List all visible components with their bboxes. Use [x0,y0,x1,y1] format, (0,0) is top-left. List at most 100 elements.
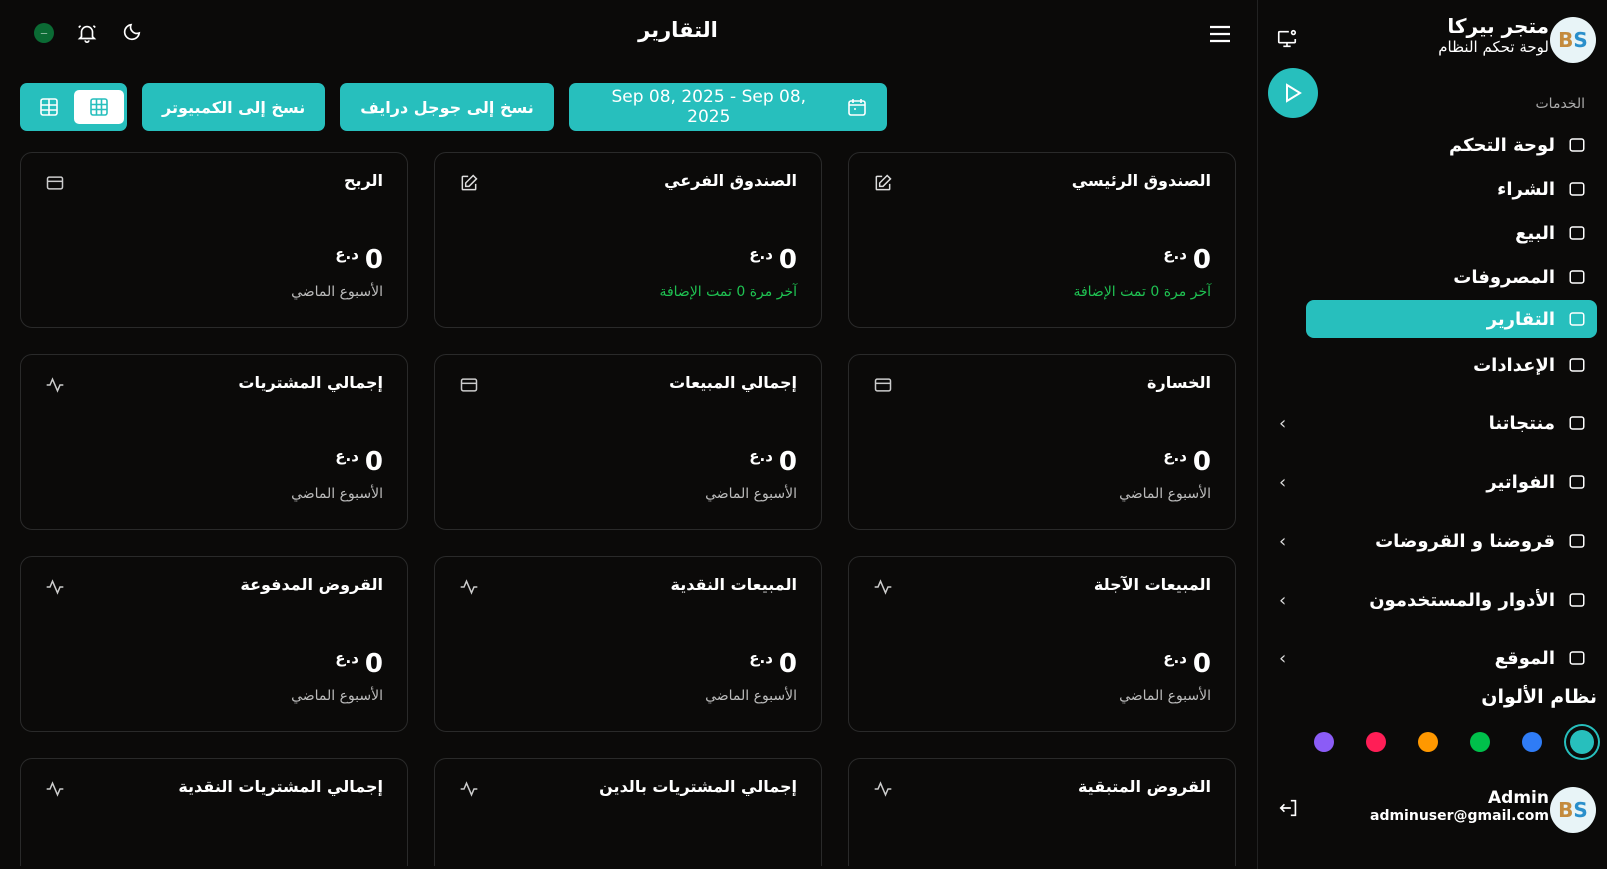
card-icon [45,173,65,193]
color-scheme-title: نظام الألوان [1481,686,1597,708]
report-card: إجمالي المشتريات بالدين [434,758,822,866]
activity-icon [873,577,893,597]
user-name: Admin [1488,788,1549,808]
card-title: الخسارة [1147,373,1211,392]
sidebar-item[interactable]: البيع [1257,214,1607,252]
report-card: المبيعات الآجلة 0 د.ع الأسبوع الماضي [848,556,1236,732]
chevron-icon[interactable]: › [1279,472,1286,493]
value-number: 0 [364,245,383,275]
card-title: المبيعات الآجلة [1093,575,1211,594]
color-swatch[interactable] [1314,732,1334,752]
terminal-icon [1567,473,1587,491]
color-swatch[interactable] [1470,732,1490,752]
money-icon [1567,532,1587,550]
card-title: الربح [344,171,383,190]
brand-name: متجر بيركا [1447,14,1549,38]
main-content: — التقارير نسخ إلى الكمبيوتر نسخ إلى جوج… [0,0,1256,869]
color-swatch[interactable] [1570,730,1594,754]
value-number: 0 [778,447,797,477]
chevron-icon[interactable]: › [1279,648,1286,669]
sidebar-item[interactable]: الأدوار والمستخدمون › [1257,581,1607,619]
monitor-settings-icon[interactable] [1276,28,1298,50]
card-title: إجمالي المشتريات بالدين [599,777,797,796]
sidebar-item[interactable]: الفواتير › [1257,463,1607,501]
card-subtitle: آخر مرة 0 تمت الإضافة [659,284,797,300]
value-number: 0 [364,649,383,679]
grid-icon [1567,136,1587,154]
pie-chart-icon [1567,224,1587,242]
activity-icon [459,779,479,799]
robot-icon [1567,591,1587,609]
card-title: القروض المتبقية [1077,777,1211,796]
menu-icon[interactable] [1208,24,1232,44]
sidebar-item-label: الشراء [1497,178,1555,200]
sidebar-item[interactable]: التقارير [1306,300,1597,338]
calendar-icon [847,97,867,117]
router-icon [1567,649,1587,667]
activity-icon [45,779,65,799]
sidebar-item[interactable]: قروضنا و القروضات › [1257,522,1607,560]
report-card: الربح 0 د.ع الأسبوع الماضي [20,152,408,328]
copy-to-google-drive-button[interactable]: نسخ إلى جوجل درايف [340,83,554,131]
currency: د.ع [1163,447,1187,465]
currency: د.ع [335,245,359,263]
chevron-icon[interactable]: › [1279,413,1286,434]
value-number: 0 [1192,649,1211,679]
edit-icon[interactable] [459,173,479,193]
report-cards-grid: الصندوق الرئيسي 0 د.ع آخر مرة 0 تمت الإضاف… [20,152,1236,866]
activity-icon [45,375,65,395]
value-number: 0 [778,649,797,679]
logout-icon[interactable] [1278,797,1300,819]
card-subtitle: الأسبوع الماضي [1119,486,1211,502]
report-card: الصندوق الرئيسي 0 د.ع آخر مرة 0 تمت الإضاف… [848,152,1236,328]
report-card: القروض المدفوعة 0 د.ع الأسبوع الماضي [20,556,408,732]
currency: د.ع [1163,649,1187,667]
sidebar-item[interactable]: الإعدادات [1257,346,1607,384]
currency: د.ع [749,447,773,465]
sidebar-item[interactable]: لوحة التحكم [1257,126,1607,164]
grid-view-button[interactable] [73,90,124,124]
view-toggle [20,83,127,131]
services-section-label: الخدمات [1535,96,1586,112]
sidebar-item-label: التقارير [1486,308,1555,330]
card-value: 0 د.ع [1163,447,1211,477]
report-card: إجمالي المبيعات 0 د.ع الأسبوع الماضي [434,354,822,530]
report-card: الصندوق الفرعي 0 د.ع آخر مرة 0 تمت الإضافة [434,152,822,328]
edit-icon[interactable] [873,173,893,193]
sidebar-item-label: البيع [1515,222,1555,244]
color-swatch[interactable] [1418,732,1438,752]
card-subtitle: الأسبوع الماضي [705,486,797,502]
currency: د.ع [335,447,359,465]
sidebar-item[interactable]: الشراء [1257,170,1607,208]
card-title: الصندوق الفرعي [664,171,797,190]
brand-logo: BS [1550,17,1596,63]
sidebar-item[interactable]: المصروفات [1257,258,1607,296]
sidebar-item-label: الموقع [1494,647,1555,669]
sidebar-item[interactable]: الموقع › [1257,639,1607,677]
copy-to-computer-button[interactable]: نسخ إلى الكمبيوتر [142,83,326,131]
collapse-sidebar-button[interactable] [1268,68,1318,118]
chevron-icon[interactable]: › [1279,590,1286,611]
page-title: التقارير [638,18,718,42]
date-range-picker[interactable]: Sep 08, 2025 - Sep 08, 2025 [568,83,887,131]
chevron-icon[interactable]: › [1279,531,1286,552]
shopping-bag-icon [1567,180,1587,198]
currency: د.ع [335,649,359,667]
card-subtitle: الأسبوع الماضي [291,486,383,502]
card-title: إجمالي المبيعات [669,373,797,392]
report-card: المبيعات النقدية 0 د.ع الأسبوع الماضي [434,556,822,732]
value-number: 0 [778,245,797,275]
sidebar-item-label: الأدوار والمستخدمون [1369,589,1555,611]
brand: متجر بيركا لوحة تحكم النظام [1438,14,1549,56]
sidebar-item[interactable]: منتجاتنا › [1257,404,1607,442]
card-icon [459,375,479,395]
table-view-button[interactable] [24,90,74,124]
brand-subtitle: لوحة تحكم النظام [1438,38,1549,56]
color-swatch[interactable] [1522,732,1542,752]
color-swatch[interactable] [1366,732,1386,752]
sidebar-item-label: المصروفات [1453,266,1555,288]
card-title: القروض المدفوعة [240,575,383,594]
sidebar-item-label: لوحة التحكم [1448,134,1555,156]
card-title: إجمالي المشتريات [238,373,383,392]
card-value: 0 د.ع [749,447,797,477]
